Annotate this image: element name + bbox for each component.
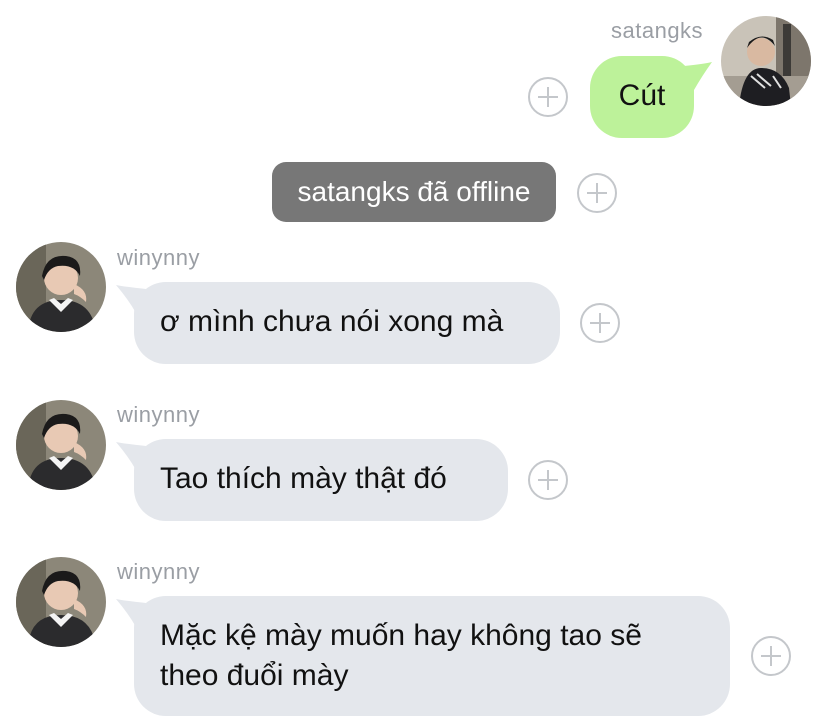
incoming-message-bubble[interactable]: Tao thích mày thật đó — [134, 439, 508, 521]
avatar-photo — [16, 242, 106, 332]
sender-name: satangks — [611, 18, 704, 43]
outgoing-message-bubble[interactable]: Cút — [590, 56, 694, 138]
avatar-photo — [16, 557, 106, 647]
message-text: Cút — [618, 79, 666, 112]
react-plus-button[interactable] — [528, 460, 568, 500]
incoming-message-bubble[interactable]: ơ mình chưa nói xong mà — [134, 282, 560, 364]
message-text: Tao thích mày thật đó — [160, 462, 447, 495]
avatar-photo — [16, 400, 106, 490]
sender-name: winynny — [117, 559, 200, 584]
incoming-message-bubble[interactable]: Mặc kệ mày muốn hay không tao sẽ theo đu… — [134, 596, 730, 716]
sender-name: winynny — [117, 245, 200, 270]
message-text: Mặc kệ mày muốn hay không tao sẽ theo đu… — [160, 619, 642, 692]
react-plus-button[interactable] — [580, 303, 620, 343]
system-status-pill: satangks đã offline — [272, 162, 556, 222]
react-plus-button[interactable] — [751, 636, 791, 676]
message-text: ơ mình chưa nói xong mà — [160, 305, 504, 338]
avatar-photo — [721, 16, 811, 106]
avatar-winynny[interactable] — [16, 242, 106, 332]
sender-name: winynny — [117, 402, 200, 427]
avatar-winynny[interactable] — [16, 400, 106, 490]
system-status-text: satangks đã offline — [297, 176, 531, 207]
avatar-winynny[interactable] — [16, 557, 106, 647]
react-plus-button[interactable] — [528, 77, 568, 117]
avatar-satangks[interactable] — [721, 16, 811, 106]
react-plus-button[interactable] — [577, 173, 617, 213]
